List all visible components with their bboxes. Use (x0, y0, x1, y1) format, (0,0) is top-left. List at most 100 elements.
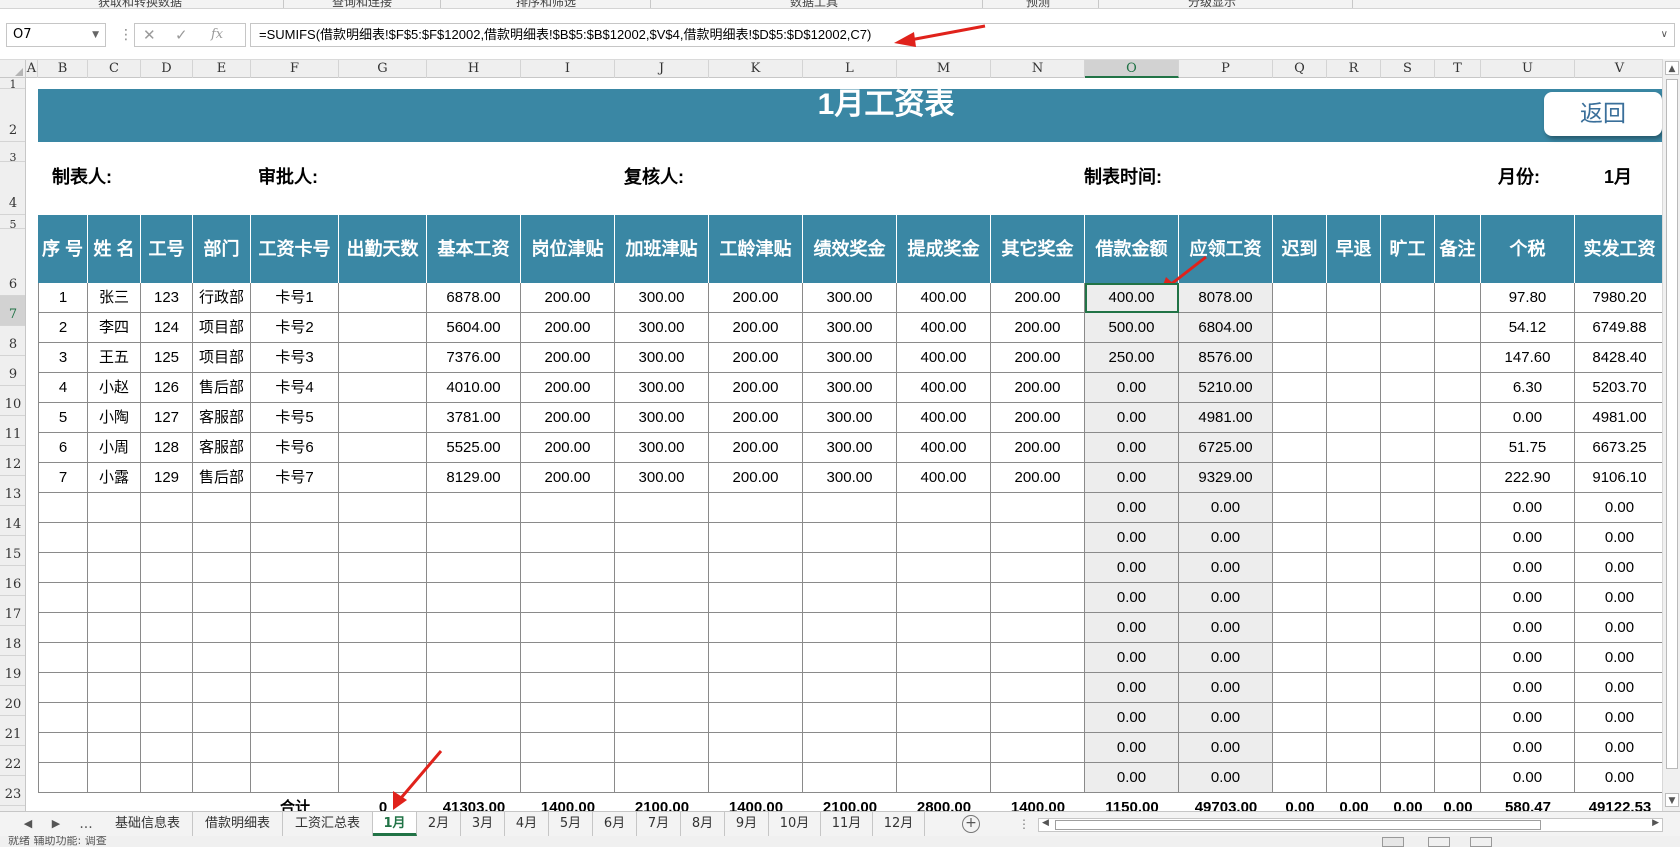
table-header-cell[interactable]: 出勤天数 (339, 215, 427, 283)
table-cell[interactable]: 0.00 (1575, 763, 1662, 793)
name-box[interactable]: O7 ▼ (6, 23, 106, 47)
table-cell[interactable] (1327, 373, 1381, 403)
table-cell[interactable]: 4010.00 (427, 373, 521, 403)
table-header-cell[interactable]: 工龄津贴 (709, 215, 803, 283)
column-header-t[interactable]: T (1435, 60, 1481, 78)
total-cell[interactable]: 1400.00 (709, 793, 803, 811)
table-cell[interactable] (1381, 613, 1435, 643)
tab-splitter-icon[interactable]: ⋮ (1018, 812, 1030, 836)
table-cell[interactable] (1435, 553, 1481, 583)
table-cell[interactable] (1435, 613, 1481, 643)
table-cell[interactable] (1381, 343, 1435, 373)
row-header-9[interactable]: 9 (0, 356, 25, 386)
table-cell[interactable] (803, 673, 897, 703)
table-header-cell[interactable]: 绩效奖金 (803, 215, 897, 283)
table-cell[interactable]: 0.00 (1085, 493, 1179, 523)
row-header-22[interactable]: 22 (0, 746, 25, 776)
table-cell[interactable]: 400.00 (897, 433, 991, 463)
table-cell[interactable] (141, 523, 193, 553)
table-cell[interactable]: 300.00 (803, 463, 897, 493)
column-header-r[interactable]: R (1327, 60, 1381, 78)
table-cell[interactable] (38, 733, 88, 763)
table-cell[interactable] (1273, 763, 1327, 793)
row-header-4[interactable]: 4 (0, 162, 25, 215)
table-cell[interactable]: 200.00 (991, 343, 1085, 373)
table-cell[interactable] (38, 673, 88, 703)
table-cell[interactable] (1381, 463, 1435, 493)
total-cell[interactable]: 0.00 (1381, 793, 1435, 811)
row-header-2[interactable]: 2 (0, 89, 25, 142)
page-break-view-icon[interactable] (1470, 837, 1492, 847)
cancel-icon[interactable]: ✕ (143, 24, 156, 46)
table-cell[interactable]: 卡号6 (251, 433, 339, 463)
table-cell[interactable] (1435, 343, 1481, 373)
row-header-14[interactable]: 14 (0, 506, 25, 536)
table-cell[interactable]: 0.00 (1575, 523, 1662, 553)
table-cell[interactable] (803, 493, 897, 523)
table-cell[interactable] (803, 763, 897, 793)
table-cell[interactable]: 300.00 (615, 373, 709, 403)
column-header-i[interactable]: I (521, 60, 615, 78)
total-cell[interactable]: 49703.00 (1179, 793, 1273, 811)
column-header-v[interactable]: V (1575, 60, 1665, 78)
table-cell[interactable] (339, 283, 427, 313)
table-cell[interactable]: 129 (141, 463, 193, 493)
table-header-cell[interactable]: 迟到 (1273, 215, 1327, 283)
table-cell[interactable] (991, 703, 1085, 733)
table-cell[interactable] (251, 493, 339, 523)
table-cell[interactable]: 卡号7 (251, 463, 339, 493)
table-cell[interactable]: 300.00 (615, 433, 709, 463)
table-cell[interactable]: 0.00 (1085, 763, 1179, 793)
table-cell[interactable] (991, 493, 1085, 523)
table-cell[interactable]: 0.00 (1481, 493, 1575, 523)
table-cell[interactable]: 8576.00 (1179, 343, 1273, 373)
table-cell[interactable] (339, 643, 427, 673)
table-cell[interactable] (1435, 583, 1481, 613)
table-cell[interactable]: 200.00 (709, 463, 803, 493)
table-cell[interactable] (897, 733, 991, 763)
table-cell[interactable]: 200.00 (521, 373, 615, 403)
table-cell[interactable] (1381, 703, 1435, 733)
table-cell[interactable] (141, 733, 193, 763)
table-cell[interactable]: 500.00 (1085, 313, 1179, 343)
column-header-p[interactable]: P (1179, 60, 1273, 78)
table-cell[interactable] (339, 523, 427, 553)
column-header-f[interactable]: F (251, 60, 339, 78)
row-header-5[interactable]: 5 (0, 215, 25, 231)
table-cell[interactable] (709, 583, 803, 613)
table-cell[interactable] (1381, 643, 1435, 673)
sheet-tab[interactable]: 10月 (769, 812, 821, 836)
table-cell[interactable]: 200.00 (521, 283, 615, 313)
table-cell[interactable]: 200.00 (991, 373, 1085, 403)
table-cell[interactable] (427, 733, 521, 763)
table-cell[interactable] (193, 703, 251, 733)
total-cell[interactable]: 2100.00 (615, 793, 709, 811)
row-header-13[interactable]: 13 (0, 476, 25, 506)
row-header-6[interactable]: 6 (0, 229, 25, 296)
table-cell[interactable] (427, 613, 521, 643)
table-cell[interactable] (1435, 433, 1481, 463)
table-cell[interactable]: 0.00 (1179, 703, 1273, 733)
table-header-cell[interactable]: 个税 (1481, 215, 1575, 283)
page-layout-view-icon[interactable] (1428, 837, 1450, 847)
table-cell[interactable]: 0.00 (1481, 613, 1575, 643)
table-cell[interactable] (1327, 613, 1381, 643)
table-cell[interactable]: 300.00 (803, 433, 897, 463)
table-cell[interactable] (1435, 463, 1481, 493)
table-cell[interactable] (141, 553, 193, 583)
table-header-cell[interactable]: 其它奖金 (991, 215, 1085, 283)
table-cell[interactable]: 5210.00 (1179, 373, 1273, 403)
table-cell[interactable] (88, 613, 141, 643)
table-cell[interactable]: 126 (141, 373, 193, 403)
table-cell[interactable] (991, 553, 1085, 583)
table-cell[interactable]: 3 (38, 343, 88, 373)
table-cell[interactable] (1435, 493, 1481, 523)
add-sheet-icon[interactable]: + (962, 815, 980, 833)
table-cell[interactable]: 200.00 (991, 283, 1085, 313)
table-cell[interactable]: 7980.20 (1575, 283, 1662, 313)
table-cell[interactable] (991, 643, 1085, 673)
column-header-l[interactable]: L (803, 60, 897, 78)
table-cell[interactable]: 400.00 (897, 283, 991, 313)
sheet-tab[interactable]: 8月 (681, 812, 725, 836)
table-cell[interactable]: 0.00 (1481, 643, 1575, 673)
